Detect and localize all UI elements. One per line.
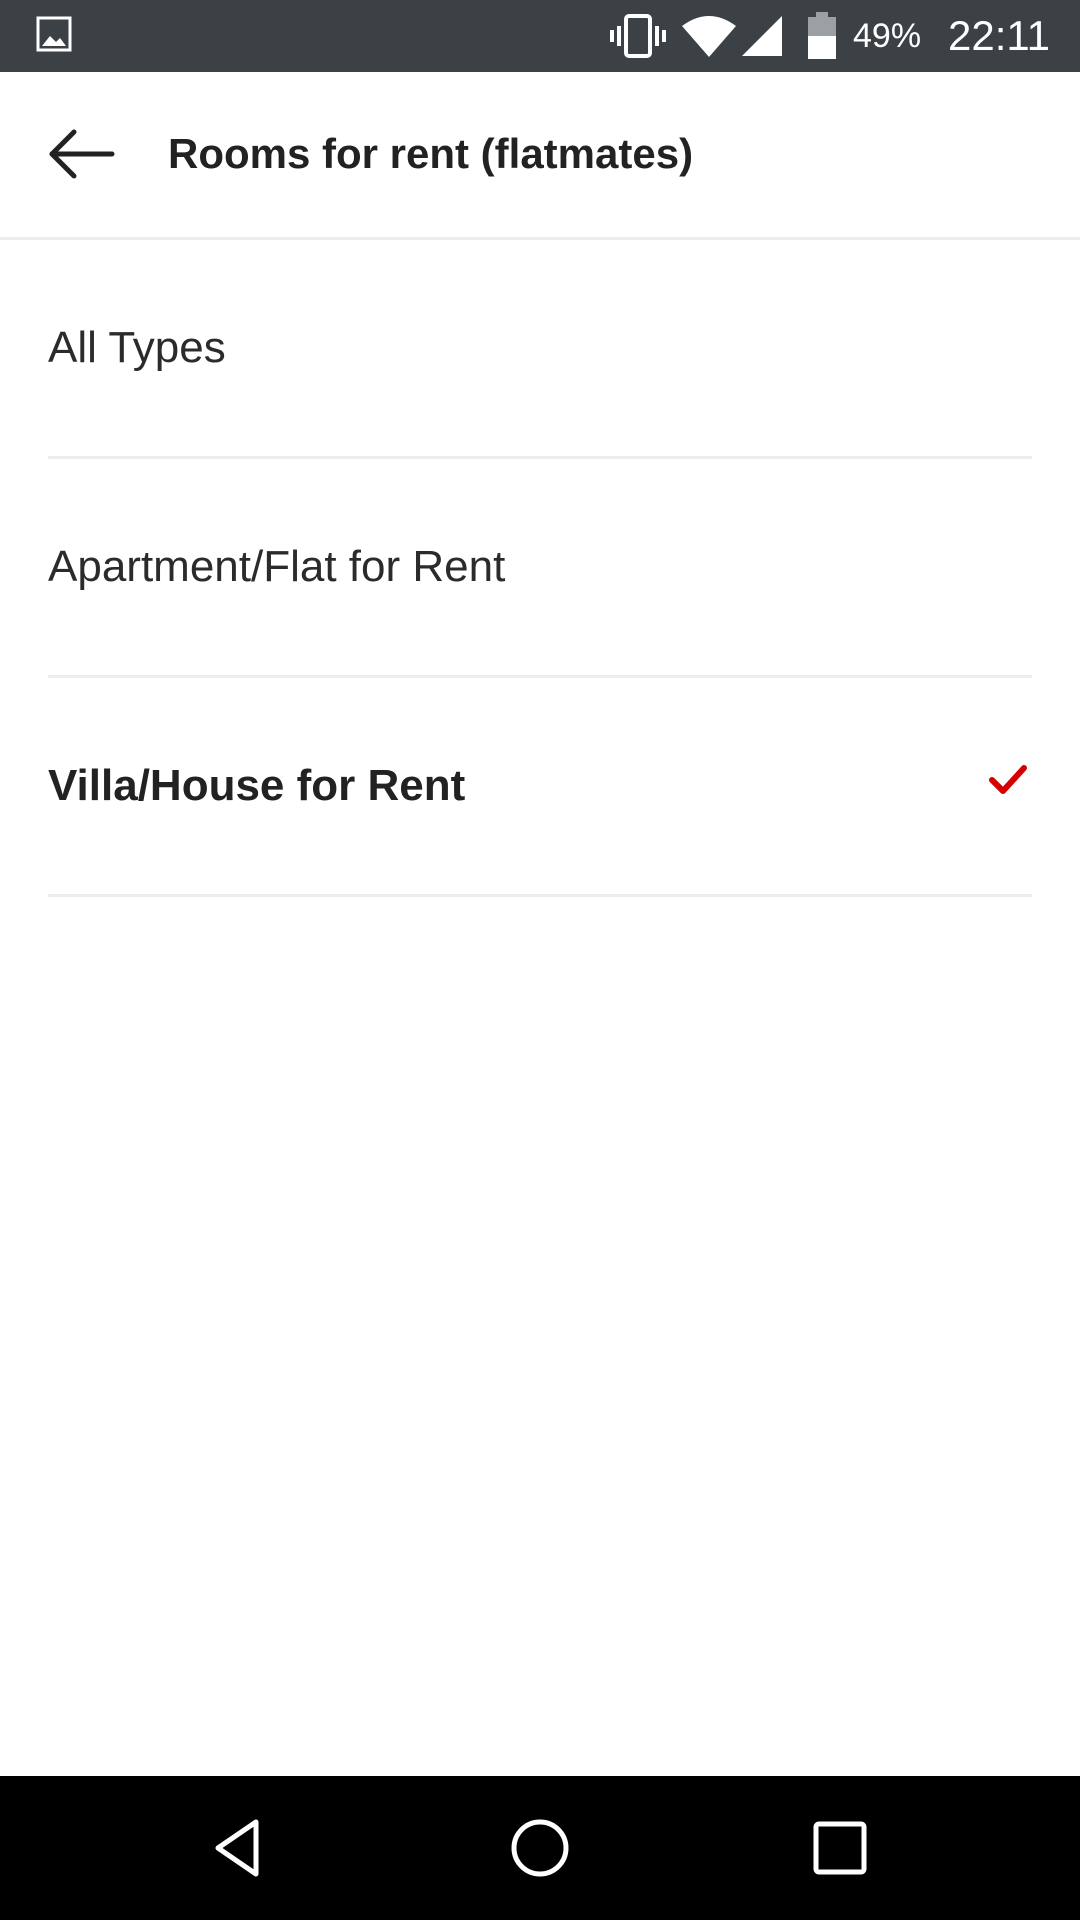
nav-back-icon[interactable] (208, 1816, 272, 1880)
option-label: All Types (48, 323, 226, 372)
status-bar: 49% 22:11 (0, 0, 1080, 72)
option-label: Villa/House for Rent (48, 761, 466, 810)
arrow-back-icon[interactable] (40, 122, 120, 186)
signal-icon (742, 16, 782, 56)
clock: 22:11 (948, 12, 1050, 59)
image-icon (36, 16, 72, 52)
app-bar: Rooms for rent (flatmates) (0, 72, 1080, 240)
option-all-types[interactable]: All Types (48, 240, 1032, 459)
nav-recents-icon[interactable] (808, 1816, 872, 1880)
check-icon (989, 765, 1027, 794)
option-villa-house[interactable]: Villa/House for Rent (48, 678, 1032, 897)
option-apartment-flat[interactable]: Apartment/Flat for Rent (48, 459, 1032, 678)
vibrate-icon (610, 14, 666, 58)
page-title: Rooms for rent (flatmates) (168, 130, 694, 177)
navigation-bar (0, 1776, 1080, 1920)
screen: 49% 22:11 Rooms for rent (flatmates) All… (0, 0, 1080, 1920)
option-list: All Types Apartment/Flat for Rent Villa/… (0, 240, 1080, 897)
nav-home-icon[interactable] (508, 1816, 572, 1880)
option-label: Apartment/Flat for Rent (48, 542, 506, 591)
battery-icon (808, 12, 836, 59)
battery-percent: 49% (853, 17, 922, 55)
wifi-icon (682, 16, 736, 57)
